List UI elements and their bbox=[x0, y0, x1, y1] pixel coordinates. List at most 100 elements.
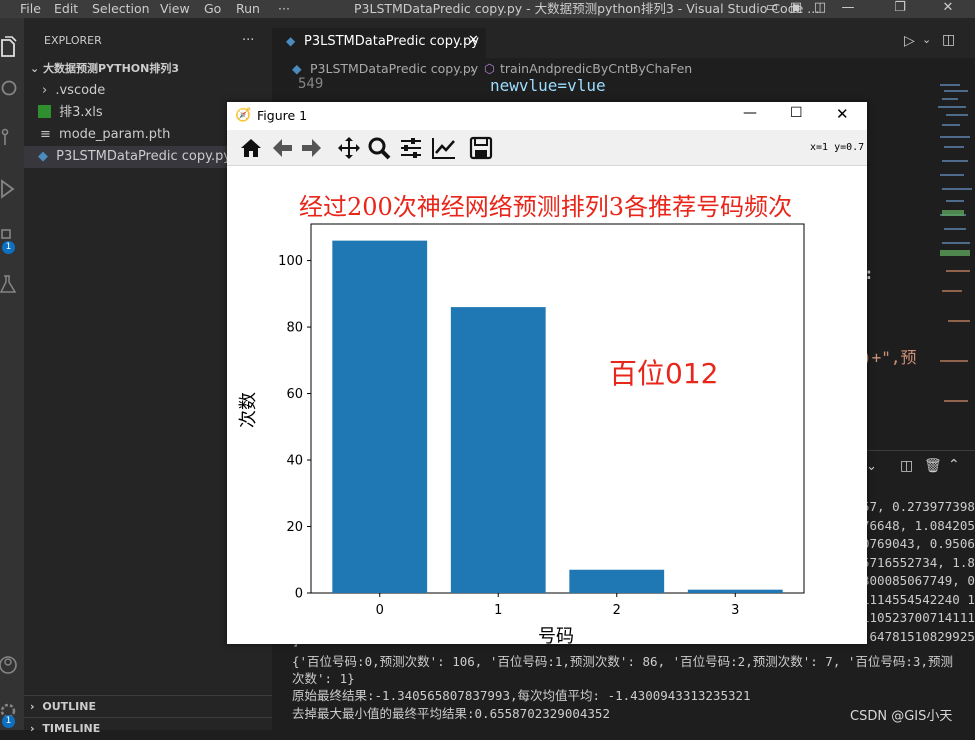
accounts-badge: 1 bbox=[2, 715, 15, 728]
method-icon: ⬡ bbox=[484, 61, 495, 76]
y-tick-label: 80 bbox=[286, 321, 303, 336]
chevron-right-icon: › bbox=[30, 700, 35, 713]
layout-toggle-icon[interactable]: ▭ bbox=[760, 0, 784, 18]
outline-section[interactable]: › OUTLINE bbox=[24, 695, 272, 718]
line-number: 549 bbox=[298, 76, 324, 92]
terminal-line: 5716552734, 1.82 bbox=[862, 554, 975, 570]
watermark: CSDN @GIS小天 bbox=[850, 709, 953, 724]
y-tick-label: 20 bbox=[286, 520, 303, 535]
chevron-right-icon: › bbox=[42, 83, 48, 98]
breadcrumb: ◆ P3LSTMDataPredic copy.py › ⬡ trainAndp… bbox=[272, 58, 975, 80]
chevron-right-icon: › bbox=[470, 61, 475, 76]
more-actions-icon[interactable]: ⌃ bbox=[948, 457, 960, 473]
timeline-section[interactable]: › TIMELINE bbox=[24, 717, 272, 740]
trash-icon[interactable]: 🗑 bbox=[924, 458, 942, 474]
breadcrumb-file[interactable]: P3LSTMDataPredic copy.py bbox=[310, 61, 478, 76]
terminal-line: 57, 0.2739773988 bbox=[862, 499, 975, 514]
code-fragment: )+",预 bbox=[862, 348, 917, 367]
x-tick-label: 1 bbox=[494, 603, 502, 618]
tree-item-label: mode_param.pth bbox=[59, 127, 171, 142]
x-tick-label: 2 bbox=[613, 603, 621, 618]
python-file-icon: ◆ bbox=[286, 34, 296, 48]
tree-item-vscode[interactable]: › .vscode bbox=[24, 80, 272, 102]
figure-close-icon[interactable]: ✕ bbox=[836, 105, 849, 123]
folder-label: 大数据预测PYTHON排列3 bbox=[43, 62, 180, 75]
text-file-icon: ≡ bbox=[40, 127, 51, 142]
figure-title-bar[interactable]: 🧭 Figure 1 — ☐ ✕ bbox=[227, 102, 867, 130]
panel-toggle-icon[interactable]: ▣ bbox=[784, 0, 808, 18]
explorer-icon[interactable] bbox=[0, 36, 24, 64]
terminal-line: {'百位号码:0,预测次数': 106, '百位号码:1,预测次数': 86, … bbox=[292, 654, 953, 669]
subplots-config-icon[interactable] bbox=[399, 136, 425, 160]
figure-window[interactable]: 🧭 Figure 1 — ☐ ✕ x=1 y=0.7 经过200次神经网络预测排… bbox=[227, 102, 867, 644]
bar-3 bbox=[687, 589, 783, 593]
minimap[interactable] bbox=[932, 80, 975, 450]
window-title: P3LSTMDataPredic copy.py - 大数据预测python排列… bbox=[354, 1, 820, 16]
figure-maximize-icon[interactable]: ☐ bbox=[790, 105, 803, 121]
zoom-icon[interactable] bbox=[367, 136, 393, 160]
excel-file-icon bbox=[38, 105, 51, 118]
figure-minimize-icon[interactable]: — bbox=[743, 105, 757, 121]
terminal-line: 110523700714111, bbox=[862, 610, 975, 625]
edit-axis-icon[interactable] bbox=[431, 136, 457, 160]
menu-selection[interactable]: Selection bbox=[92, 0, 150, 18]
menu-edit[interactable]: Edit bbox=[54, 0, 78, 18]
breadcrumb-symbol[interactable]: trainAndpredicByCntByChaFen bbox=[500, 61, 692, 76]
back-arrow-icon[interactable] bbox=[270, 136, 296, 160]
chart-annotation: 百位012 bbox=[609, 357, 718, 390]
y-axis-label: 次数 bbox=[238, 392, 259, 428]
search-icon[interactable] bbox=[0, 78, 24, 106]
restore-icon[interactable]: ❐ bbox=[888, 0, 912, 18]
folder-root[interactable]: ⌄ 大数据预测PYTHON排列3 bbox=[24, 58, 272, 80]
menu-view[interactable]: View bbox=[160, 0, 190, 18]
tab-active[interactable]: ◆ P3LSTMDataPredic copy.py ✕ bbox=[272, 28, 486, 58]
terminal-line: 去掉最大最小值的最终平均结果:0.6558702329004352 bbox=[292, 706, 610, 721]
terminal-line: 300085067749, 0. bbox=[862, 573, 975, 588]
matplotlib-logo-icon: 🧭 bbox=[235, 108, 252, 123]
y-tick-label: 0 bbox=[295, 587, 303, 602]
code-line: newvlue=vlue bbox=[490, 76, 606, 95]
terminal-line: 0769043, 0.95068 bbox=[862, 536, 975, 551]
explorer-more-button[interactable]: ··· bbox=[242, 30, 262, 52]
chevron-down-icon[interactable]: ⌄ bbox=[922, 33, 931, 46]
chart-title: 经过200次神经网络预测排列3各推荐号码频次 bbox=[299, 193, 792, 221]
tab-label: P3LSTMDataPredic copy.py bbox=[304, 34, 479, 49]
run-debug-icon[interactable] bbox=[0, 178, 24, 206]
minimize-icon[interactable]: — bbox=[836, 0, 860, 18]
terminal-line: 1114554542240 1, bbox=[862, 591, 975, 607]
terminal-line: .647815108299255 bbox=[862, 628, 975, 644]
terminal-line: 原始最终结果:-1.340565807837993,每次均值平均: -1.430… bbox=[292, 688, 751, 703]
forward-arrow-icon[interactable] bbox=[300, 136, 326, 160]
account-icon[interactable] bbox=[0, 654, 24, 682]
menu-more[interactable]: ··· bbox=[278, 0, 290, 18]
run-file-icon[interactable]: ▷ bbox=[904, 33, 915, 49]
y-tick-label: 40 bbox=[286, 454, 303, 469]
source-control-icon[interactable] bbox=[0, 126, 24, 154]
pan-icon[interactable] bbox=[337, 136, 363, 160]
home-icon[interactable] bbox=[239, 136, 265, 160]
menu-go[interactable]: Go bbox=[204, 0, 221, 18]
split-editor-icon[interactable]: ◫ bbox=[942, 32, 955, 48]
extensions-badge: 1 bbox=[2, 241, 15, 254]
tree-item-label: P3LSTMDataPredic copy.py bbox=[56, 149, 232, 164]
x-tick-label: 3 bbox=[731, 603, 739, 618]
testing-icon[interactable] bbox=[0, 273, 24, 301]
tab-close-icon[interactable]: ✕ bbox=[468, 33, 479, 48]
menu-file[interactable]: File bbox=[20, 0, 41, 18]
split-terminal-icon[interactable]: ◫ bbox=[900, 458, 913, 474]
figure-window-title: Figure 1 bbox=[257, 108, 308, 123]
split-toggle-icon[interactable]: ◫ bbox=[808, 0, 832, 18]
python-file-icon: ◆ bbox=[292, 61, 302, 76]
chevron-down-icon: ⌄ bbox=[30, 62, 40, 75]
y-tick-label: 100 bbox=[278, 254, 303, 269]
chevron-down-icon[interactable]: ⌄ bbox=[866, 459, 877, 474]
tree-item-label: 排3.xls bbox=[59, 105, 103, 120]
bar-1 bbox=[450, 307, 546, 593]
menu-run[interactable]: Run bbox=[236, 0, 260, 18]
save-icon[interactable] bbox=[469, 136, 495, 160]
close-window-icon[interactable]: ✕ bbox=[936, 0, 960, 18]
chevron-right-icon: › bbox=[30, 722, 35, 735]
terminal-line: 76648, 1.0842053 bbox=[862, 517, 975, 533]
bar-chart[interactable]: 经过200次神经网络预测排列3各推荐号码频次 0 20 40 60 80 100 0 1 2 3… bbox=[227, 167, 867, 644]
title-bar: File Edit Selection View Go Run ··· P3LS… bbox=[0, 0, 975, 18]
